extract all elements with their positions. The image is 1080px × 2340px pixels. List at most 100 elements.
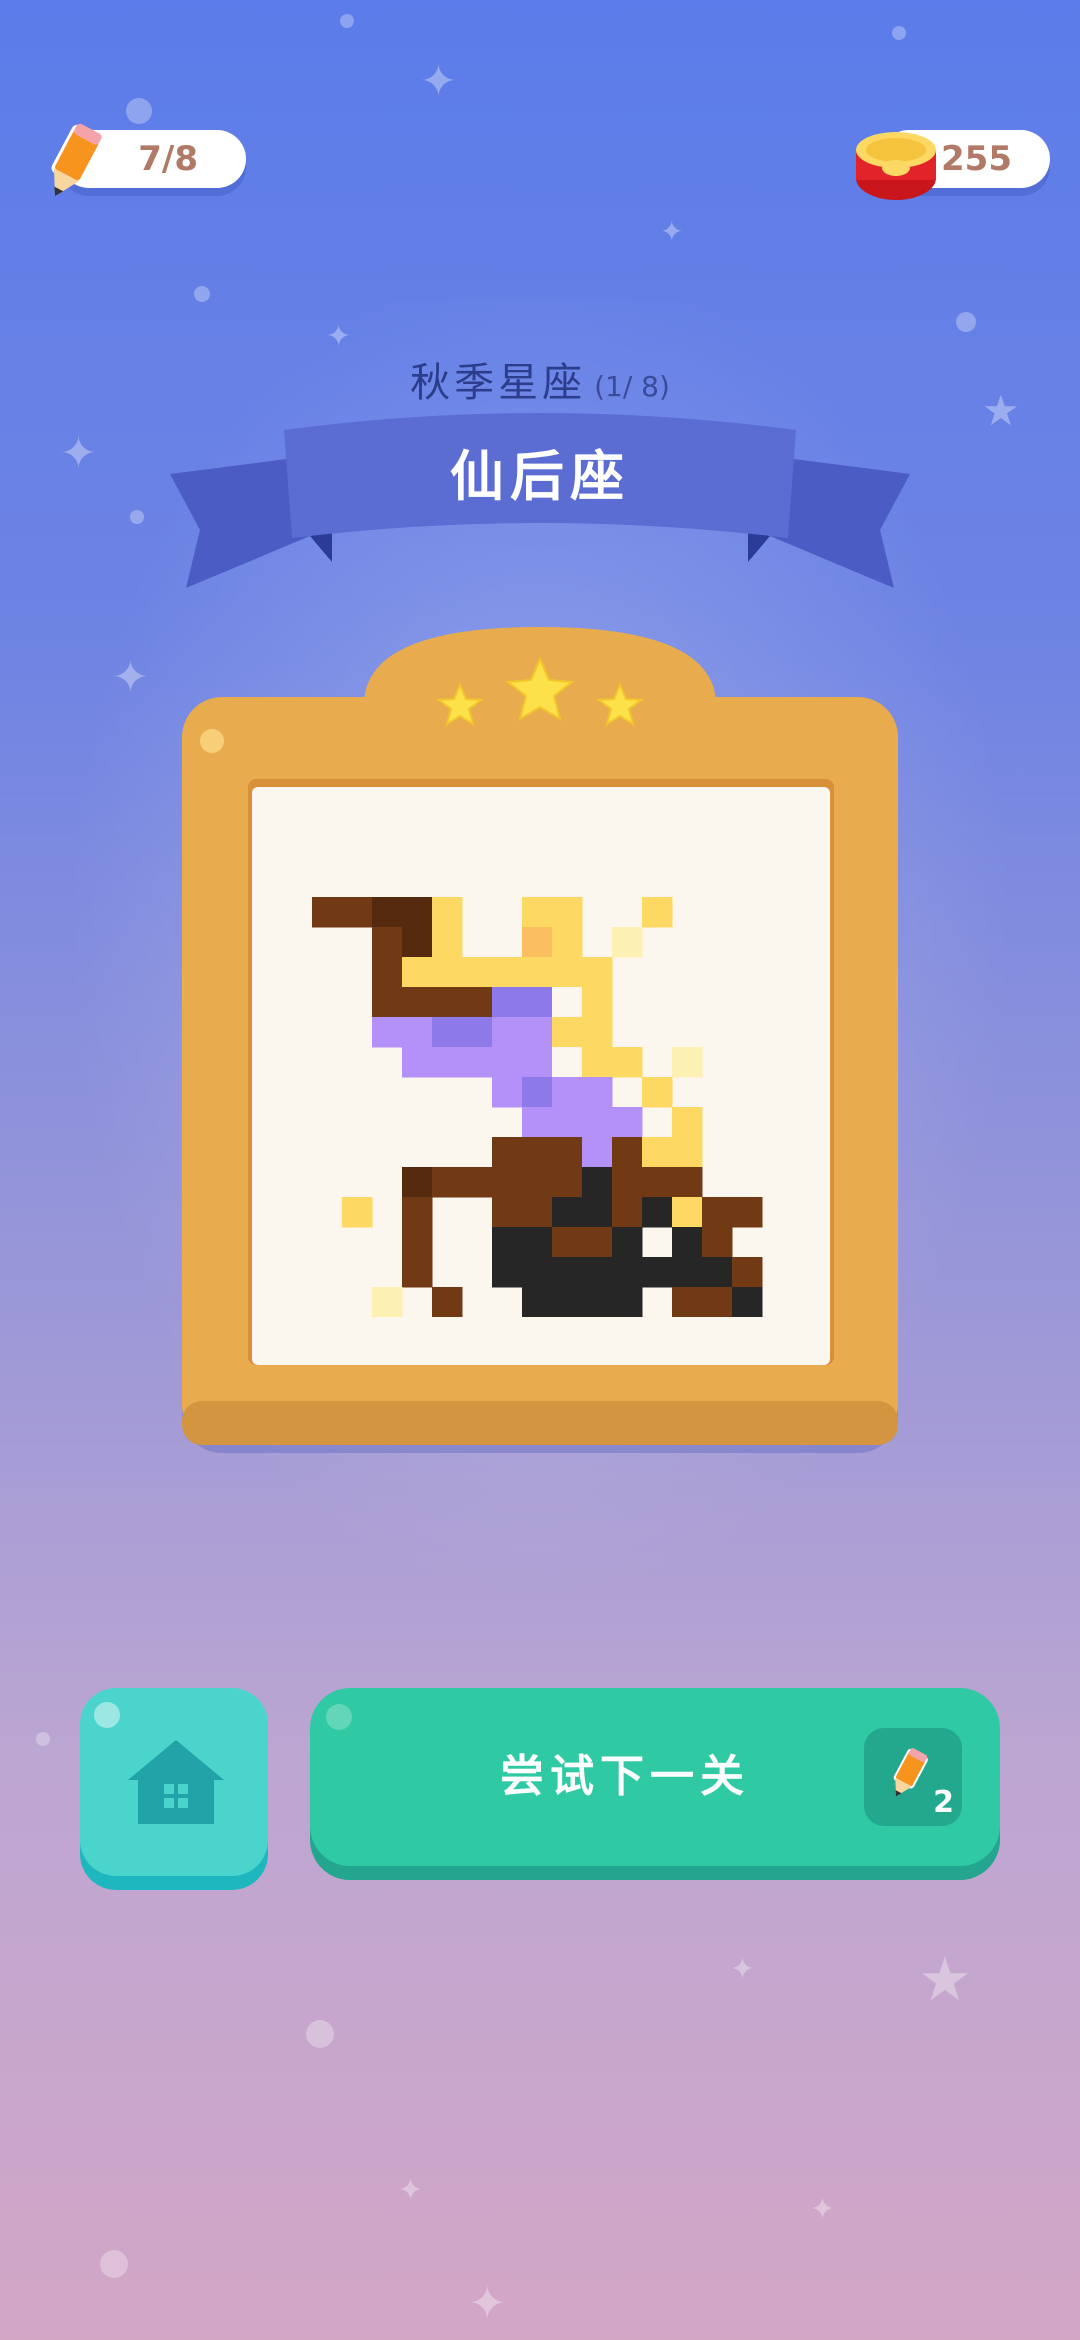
pixel-cell <box>552 1017 583 1048</box>
pixel-cell <box>492 1017 523 1048</box>
pixel-cell <box>702 1227 733 1258</box>
pixel-canvas <box>252 787 830 1365</box>
pixel-cell <box>672 1047 703 1078</box>
pixel-cell <box>642 897 673 928</box>
pixel-cell <box>432 957 463 988</box>
pixel-cell <box>492 1047 523 1078</box>
pixel-cell <box>672 1197 703 1228</box>
pixel-cell <box>492 1077 523 1108</box>
pixel-cell <box>432 987 463 1018</box>
pixel-cell <box>522 1197 553 1228</box>
pixel-cell <box>522 987 553 1018</box>
button-shine <box>94 1702 120 1728</box>
pixel-cell <box>462 987 493 1018</box>
pixel-cell <box>552 1077 583 1108</box>
pixel-cell <box>582 957 613 988</box>
decor-dot <box>126 98 152 124</box>
pixel-cell <box>552 1227 583 1258</box>
pixel-cell <box>582 987 613 1018</box>
pixel-cell <box>402 1047 433 1078</box>
next-level-cost: 2 <box>864 1728 962 1826</box>
pixel-cell <box>372 897 403 928</box>
pixel-cell <box>462 1017 493 1048</box>
pixel-cell <box>492 987 523 1018</box>
pixel-cell <box>612 927 643 958</box>
sparkle-icon: ✦ <box>468 2276 507 2330</box>
decor-dot <box>306 2020 334 2048</box>
pixel-cell <box>552 1137 583 1168</box>
pixel-cell <box>492 1137 523 1168</box>
pixel-cell <box>462 1047 493 1078</box>
pixel-cell <box>612 1287 643 1317</box>
pixel-cell <box>672 1137 703 1168</box>
pixel-cell <box>522 1047 553 1078</box>
decor-dot <box>130 510 144 524</box>
pixel-cell <box>702 1257 733 1288</box>
pixel-cell <box>642 1197 673 1228</box>
pixel-cell <box>342 897 373 928</box>
pixel-cell <box>582 1227 613 1258</box>
pencil-icon <box>893 1748 928 1797</box>
pixel-cell <box>582 1197 613 1228</box>
pixel-cell <box>522 1077 553 1108</box>
sparkle-icon: ✦ <box>420 56 457 107</box>
pixel-cell <box>402 1257 433 1288</box>
pixel-cell <box>642 1167 673 1198</box>
pixel-cell <box>612 1107 643 1138</box>
home-button[interactable] <box>80 1688 268 1876</box>
pixel-cell <box>552 1287 583 1317</box>
pixel-cell <box>612 1137 643 1168</box>
pixel-cell <box>372 987 403 1018</box>
next-level-cost-number: 2 <box>933 1785 954 1820</box>
pixel-cell <box>732 1287 763 1317</box>
pixel-cell <box>522 1287 553 1317</box>
pixel-cell <box>552 927 583 958</box>
pixel-cell <box>552 1047 583 1078</box>
pixel-cell <box>642 1077 673 1108</box>
pixel-cell <box>522 957 553 988</box>
pixel-cell <box>702 1287 733 1317</box>
pixel-cell <box>522 897 553 928</box>
pixel-cell <box>462 1167 493 1198</box>
pixel-cell <box>552 1257 583 1288</box>
pixel-cell <box>312 897 343 928</box>
pixel-cell <box>552 897 583 928</box>
pixel-cell <box>582 1137 613 1168</box>
home-icon <box>128 1740 224 1824</box>
pixel-cell <box>612 1047 643 1078</box>
pixel-cell <box>492 1197 523 1228</box>
pixel-cell <box>582 1167 613 1198</box>
star-icon <box>596 682 644 727</box>
sparkle-icon: ✦ <box>730 1952 756 1987</box>
pixel-cell <box>612 1167 643 1198</box>
sparkle-icon: ✦ <box>660 215 684 248</box>
pixel-cell <box>372 1017 403 1048</box>
pixel-cell <box>582 1107 613 1138</box>
artwork-frame <box>180 625 900 1465</box>
next-level-button[interactable]: 尝试下一关 2 <box>310 1688 1000 1866</box>
pixel-cell <box>642 1257 673 1288</box>
star-icon <box>436 682 484 727</box>
pixel-cell <box>402 957 433 988</box>
pixel-cell <box>552 1197 583 1228</box>
pixel-cell <box>672 1227 703 1258</box>
pixel-cell <box>432 1017 463 1048</box>
pixel-cell <box>402 897 433 928</box>
pixel-cell <box>582 1047 613 1078</box>
pixel-cell <box>672 1167 703 1198</box>
pixel-cell <box>372 927 403 958</box>
pixel-cell <box>402 1017 433 1048</box>
decor-dot <box>194 286 210 302</box>
pixel-cell <box>432 1047 463 1078</box>
pixel-cell <box>702 1197 733 1228</box>
pencil-count: 7/8 <box>138 139 198 179</box>
pixel-cell <box>402 987 433 1018</box>
pixel-cell <box>552 957 583 988</box>
decor-dot <box>956 312 976 332</box>
pixel-cell <box>462 957 493 988</box>
pixel-cell <box>672 1287 703 1317</box>
sparkle-icon: ✦ <box>326 319 352 354</box>
next-level-label: 尝试下一关 <box>500 1751 750 1802</box>
pixel-cell <box>522 1017 553 1048</box>
pixel-cell <box>672 1107 703 1138</box>
